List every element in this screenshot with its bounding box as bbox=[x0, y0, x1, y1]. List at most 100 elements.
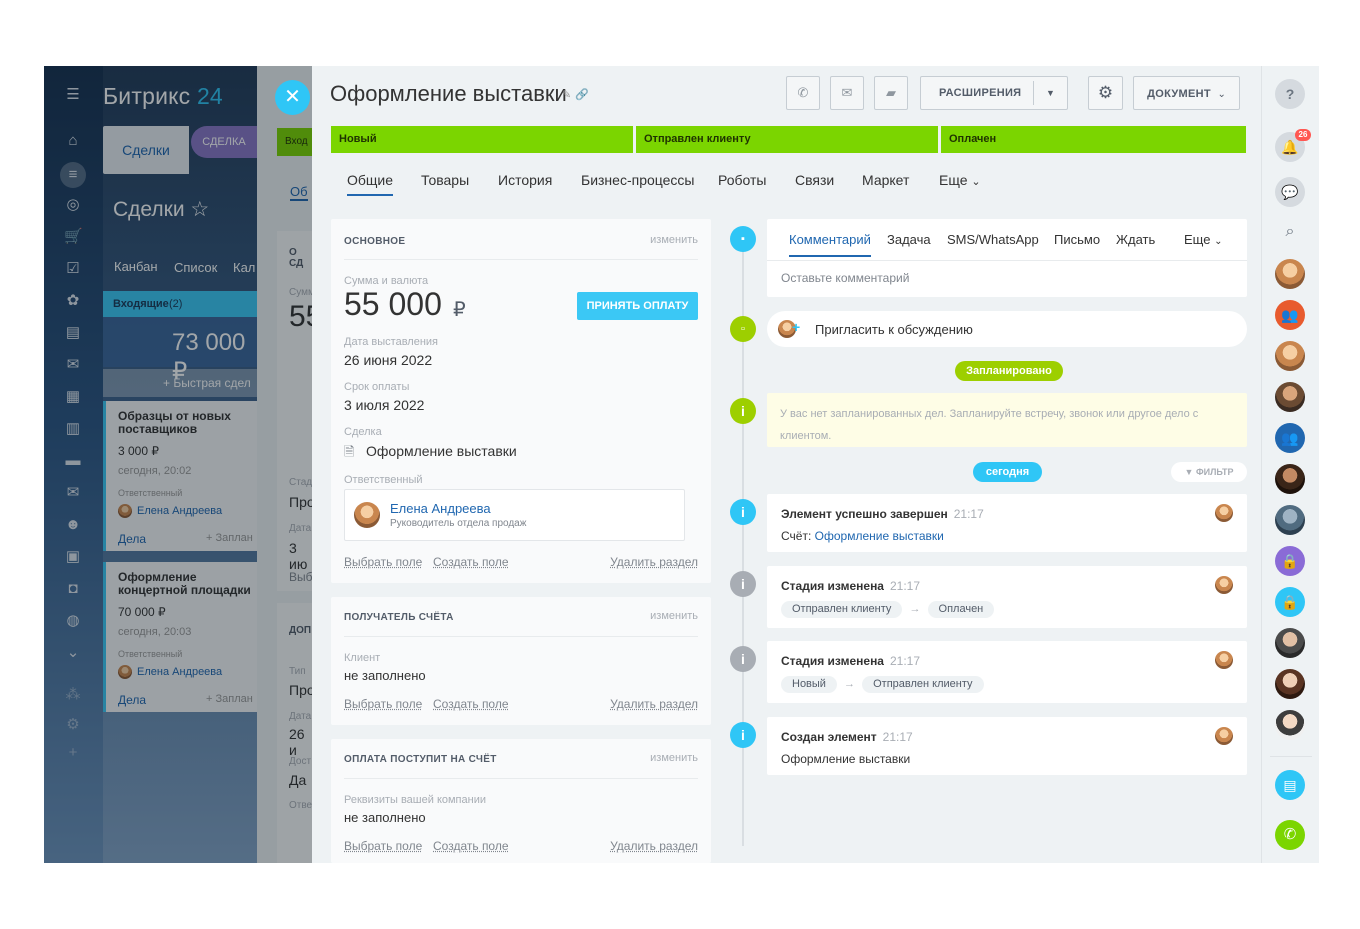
help-icon[interactable]: ? bbox=[1275, 79, 1305, 109]
create-field-link[interactable]: Создать поле bbox=[433, 839, 509, 853]
lock-icon[interactable]: 🔒 bbox=[1275, 587, 1305, 617]
crm-icon[interactable]: ≡ bbox=[60, 162, 86, 188]
avatar[interactable] bbox=[1275, 710, 1305, 740]
tab-bizproc[interactable]: Бизнес-процессы bbox=[581, 172, 694, 188]
tab-wait[interactable]: Ждать bbox=[1116, 232, 1155, 247]
edit-link[interactable]: изменить bbox=[650, 752, 698, 764]
group-chat-icon[interactable]: 👥 bbox=[1275, 300, 1305, 330]
settings-button[interactable]: ⚙ bbox=[1088, 76, 1123, 110]
view-list[interactable]: Список bbox=[174, 260, 217, 275]
close-button[interactable]: ✕ bbox=[275, 80, 310, 115]
tasks-icon[interactable]: ☑ bbox=[64, 260, 82, 278]
tree-icon[interactable]: ⁂ bbox=[64, 686, 82, 704]
cart-icon[interactable]: 🛒 bbox=[64, 228, 83, 246]
choose-field-link[interactable]: Выбрать поле bbox=[344, 555, 422, 569]
deal-link[interactable]: Оформление выставки bbox=[366, 443, 517, 459]
view-calendar[interactable]: Кал bbox=[233, 260, 255, 275]
choose-field-link[interactable]: Выбрать поле bbox=[344, 697, 422, 711]
timeline-item: Элемент успешно завершен 21:17 Счёт: Офор… bbox=[767, 494, 1247, 552]
edit-link[interactable]: изменить bbox=[650, 610, 698, 622]
phone-book-icon[interactable]: ▤ bbox=[1275, 770, 1305, 800]
drive-icon[interactable]: ▬ bbox=[64, 452, 82, 470]
calendar-icon[interactable]: ▦ bbox=[64, 388, 82, 406]
delete-section-link[interactable]: Удалить раздел bbox=[610, 839, 698, 853]
avatar[interactable] bbox=[1275, 382, 1305, 412]
messages-icon[interactable]: 💬 bbox=[1275, 177, 1305, 207]
app-window: ☰ ⌂ ≡ ◎ 🛒 ☑ ✿ ▤ ✉ ▦ ▥ ▬ ✉ ☻ ▣ ◘ ◍ ⌄ ⁂ ⚙ … bbox=[44, 66, 1319, 863]
chevron-down-icon[interactable]: ▼ bbox=[1046, 77, 1055, 109]
chat-icon[interactable]: ✉ bbox=[64, 356, 82, 374]
accept-payment-button[interactable]: ПРИНЯТЬ ОПЛАТУ bbox=[577, 292, 698, 320]
delete-section-link[interactable]: Удалить раздел bbox=[610, 555, 698, 569]
lock-icon[interactable]: 🔒 bbox=[1275, 546, 1305, 576]
search-icon[interactable]: ⌕ bbox=[1275, 217, 1305, 247]
avatar[interactable] bbox=[1275, 464, 1305, 494]
invoice-link[interactable]: Оформление выставки bbox=[815, 529, 944, 543]
file-icon[interactable]: ▥ bbox=[64, 420, 82, 438]
plus-icon[interactable]: + bbox=[64, 744, 82, 762]
choose-field-link[interactable]: Выбрать поле bbox=[344, 839, 422, 853]
tab-sms[interactable]: SMS/WhatsApp bbox=[947, 232, 1039, 247]
comment-input[interactable]: Оставьте комментарий bbox=[781, 271, 909, 285]
arrow-right-icon: → bbox=[844, 678, 856, 690]
document-button[interactable]: ДОКУМЕНТ ⌄ bbox=[1133, 76, 1240, 110]
delete-section-link[interactable]: Удалить раздел bbox=[610, 697, 698, 711]
chat-button[interactable]: ▰ bbox=[874, 76, 908, 110]
tab-history[interactable]: История bbox=[498, 172, 552, 188]
chevron-down-icon[interactable]: ⌄ bbox=[64, 644, 82, 662]
email-button[interactable]: ✉ bbox=[830, 76, 864, 110]
avatar[interactable] bbox=[1275, 259, 1305, 289]
tab-deal[interactable]: СДЕЛКА bbox=[191, 126, 257, 158]
gear-icon[interactable]: ⚙ bbox=[64, 716, 82, 734]
group-icon[interactable]: ☻ bbox=[64, 516, 82, 534]
avatar[interactable] bbox=[1275, 628, 1305, 658]
responsible-box[interactable]: Елена Андреева Руководитель отдела прода… bbox=[344, 489, 685, 541]
tab-products[interactable]: Товары bbox=[421, 172, 469, 188]
tab-task[interactable]: Задача bbox=[887, 232, 931, 247]
avatar[interactable] bbox=[1275, 505, 1305, 535]
create-field-link[interactable]: Создать поле bbox=[433, 697, 509, 711]
call-button[interactable]: ✆ bbox=[786, 76, 820, 110]
filter-button[interactable]: ▼ ФИЛЬТР bbox=[1171, 462, 1247, 482]
target-icon[interactable]: ◎ bbox=[64, 196, 82, 214]
sites-icon[interactable]: ✿ bbox=[64, 292, 82, 310]
currency: ₽ bbox=[453, 299, 466, 321]
stage-sent[interactable]: Отправлен клиенту bbox=[636, 126, 938, 153]
contact-icon[interactable]: ▣ bbox=[64, 548, 82, 566]
tab-comment[interactable]: Комментарий bbox=[789, 232, 871, 257]
group-chat-icon[interactable]: 👥 bbox=[1275, 423, 1305, 453]
view-kanban[interactable]: Канбан bbox=[114, 259, 158, 274]
tab-robots[interactable]: Роботы bbox=[718, 172, 766, 188]
tab-links[interactable]: Связи bbox=[795, 172, 834, 188]
avatar[interactable] bbox=[1275, 341, 1305, 371]
quick-deal-button[interactable]: + Быстрая сдел bbox=[103, 369, 257, 397]
avatar bbox=[1215, 576, 1233, 594]
tab-general[interactable]: Общие bbox=[347, 172, 394, 196]
edit-link[interactable]: изменить bbox=[650, 234, 698, 246]
avatar bbox=[1215, 651, 1233, 669]
robot-icon[interactable]: ◘ bbox=[64, 580, 82, 598]
tab-more[interactable]: Еще ⌄ bbox=[1184, 232, 1222, 247]
avatar[interactable] bbox=[1275, 669, 1305, 699]
menu-icon[interactable]: ☰ bbox=[64, 86, 82, 104]
phone-icon[interactable]: ✆ bbox=[1275, 820, 1305, 850]
tab-market[interactable]: Маркет bbox=[862, 172, 909, 188]
stage-paid[interactable]: Оплачен bbox=[941, 126, 1246, 153]
tab-letter[interactable]: Письмо bbox=[1054, 232, 1100, 247]
mail-icon[interactable]: ✉ bbox=[64, 484, 82, 502]
create-field-link[interactable]: Создать поле bbox=[433, 555, 509, 569]
docs-icon[interactable]: ▤ bbox=[64, 324, 82, 342]
tab-more[interactable]: Еще ⌄ bbox=[939, 172, 981, 188]
kanban-card[interactable]: Оформление концертной площадки 70 000 ₽ … bbox=[103, 562, 257, 712]
home-icon[interactable]: ⌂ bbox=[64, 132, 82, 150]
star-icon[interactable]: ☆ bbox=[190, 198, 209, 221]
extensions-button[interactable]: РАСШИРЕНИЯ ▼ bbox=[920, 76, 1068, 110]
bucket-icon[interactable]: ◍ bbox=[64, 612, 82, 630]
stage-new[interactable]: Новый bbox=[331, 126, 633, 153]
tab-deals[interactable]: Сделки bbox=[103, 126, 189, 174]
link-icon[interactable]: 🔗 bbox=[575, 88, 589, 101]
pencil-icon[interactable]: ✎ bbox=[562, 88, 571, 101]
invite-bar[interactable]: + Пригласить к обсуждению bbox=[767, 311, 1247, 347]
kanban-card[interactable]: Образцы от новых поставщиков 3 000 ₽ сег… bbox=[103, 401, 257, 551]
timeline-item: Стадия изменена 21:17 Отправлен клиенту →… bbox=[767, 566, 1247, 628]
